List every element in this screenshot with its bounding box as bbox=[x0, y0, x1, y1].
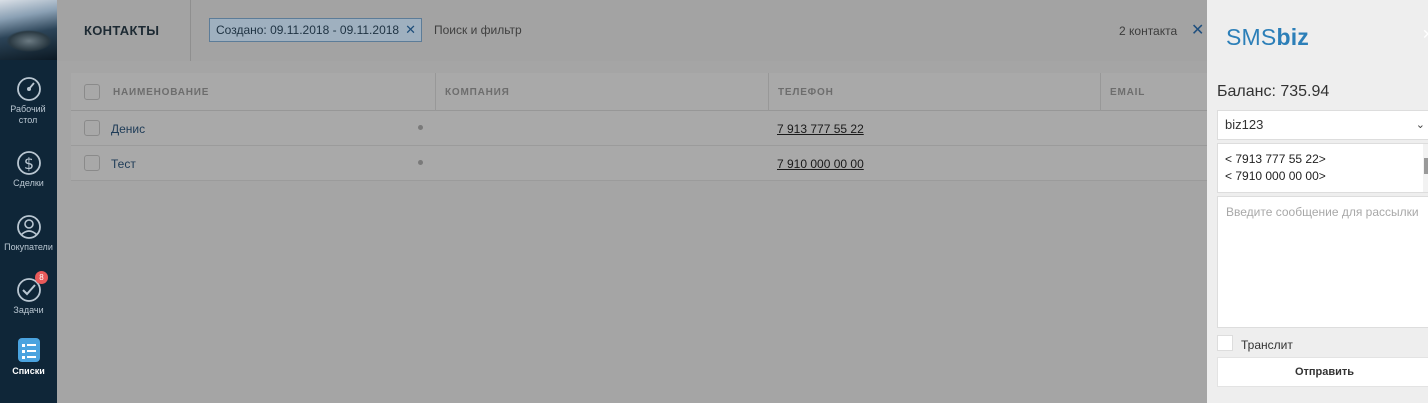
sender-select[interactable]: biz123 ⌄ bbox=[1217, 110, 1428, 140]
sender-select-value: biz123 bbox=[1225, 117, 1264, 132]
column-divider bbox=[435, 73, 436, 111]
status-dot bbox=[418, 160, 423, 165]
dollar-icon: $ bbox=[16, 151, 41, 175]
table-row[interactable]: Тест 7 910 000 00 00 bbox=[71, 146, 1207, 181]
column-header-name[interactable]: НАИМЕНОВАНИЕ bbox=[113, 87, 209, 98]
lists-icon bbox=[17, 338, 40, 362]
table-header: НАИМЕНОВАНИЕ КОМПАНИЯ ТЕЛЕФОН EMAIL bbox=[71, 73, 1207, 111]
translit-label: Транслит bbox=[1241, 338, 1293, 352]
tasks-badge: 8 bbox=[35, 271, 48, 284]
phone-link[interactable]: 7 913 777 55 22 bbox=[777, 122, 864, 136]
contact-name-link[interactable]: Тест bbox=[111, 157, 136, 171]
column-divider bbox=[768, 73, 769, 111]
sidebar: Рабочий стол $ Сделки Покупатели 8 Задач… bbox=[0, 0, 57, 403]
search-input[interactable] bbox=[434, 20, 734, 40]
send-button[interactable]: Отправить bbox=[1217, 357, 1428, 387]
scrollbar[interactable] bbox=[1423, 144, 1428, 192]
smsbiz-logo: SMSbiz bbox=[1226, 24, 1309, 50]
contacts-table: НАИМЕНОВАНИЕ КОМПАНИЯ ТЕЛЕФОН EMAIL Дени… bbox=[71, 73, 1207, 181]
clear-filter-icon[interactable]: ✕ bbox=[1191, 20, 1204, 40]
sidebar-item-tasks[interactable]: 8 Задачи bbox=[0, 271, 57, 316]
header-divider bbox=[190, 0, 191, 61]
column-header-company[interactable]: КОМПАНИЯ bbox=[445, 87, 510, 98]
customers-icon bbox=[16, 215, 41, 239]
column-header-phone[interactable]: ТЕЛЕФОН bbox=[778, 87, 834, 98]
recipient-item: < 7910 000 00 00> bbox=[1225, 169, 1326, 183]
column-divider bbox=[1100, 73, 1101, 111]
phone-link[interactable]: 7 910 000 00 00 bbox=[777, 157, 864, 171]
row-checkbox[interactable] bbox=[84, 120, 100, 136]
dashboard-icon bbox=[16, 77, 41, 101]
sidebar-item-label: Задачи bbox=[13, 305, 44, 315]
contact-name-link[interactable]: Денис bbox=[111, 122, 145, 136]
column-header-email[interactable]: EMAIL bbox=[1110, 87, 1145, 98]
table-row[interactable]: Денис 7 913 777 55 22 bbox=[71, 111, 1207, 146]
status-dot bbox=[418, 125, 423, 130]
sms-panel: SMSbiz ✕ Баланс: 735.94 biz123 ⌄ < 7913 … bbox=[1207, 0, 1428, 403]
sidebar-item-label: Рабочий стол bbox=[10, 104, 46, 125]
contacts-count: 2 контакта bbox=[1119, 24, 1178, 38]
recipient-item: < 7913 777 55 22> bbox=[1225, 152, 1326, 166]
translit-checkbox[interactable] bbox=[1217, 335, 1233, 351]
close-icon[interactable]: ✕ bbox=[1422, 26, 1428, 43]
balance-label: Баланс: 735.94 bbox=[1217, 83, 1330, 100]
svg-text:$: $ bbox=[23, 154, 33, 173]
sidebar-item-label: Списки bbox=[12, 366, 45, 376]
close-icon[interactable]: ✕ bbox=[405, 19, 416, 41]
page-title: КОНТАКТЫ bbox=[84, 23, 160, 38]
row-checkbox[interactable] bbox=[84, 155, 100, 171]
sidebar-item-deals[interactable]: $ Сделки bbox=[0, 148, 57, 189]
scrollbar-thumb[interactable] bbox=[1424, 158, 1428, 174]
main-content: КОНТАКТЫ Создано: 09.11.2018 - 09.11.201… bbox=[57, 0, 1207, 403]
page-header: КОНТАКТЫ Создано: 09.11.2018 - 09.11.201… bbox=[57, 0, 1207, 61]
sidebar-item-customers[interactable]: Покупатели bbox=[0, 212, 57, 253]
filter-chip[interactable]: Создано: 09.11.2018 - 09.11.2018 ✕ bbox=[209, 18, 422, 42]
filter-chip-label: Создано: 09.11.2018 - 09.11.2018 bbox=[216, 23, 400, 37]
chevron-down-icon: ⌄ bbox=[1415, 119, 1425, 131]
sidebar-item-label: Покупатели bbox=[4, 242, 53, 252]
sidebar-item-dashboard[interactable]: Рабочий стол bbox=[0, 76, 57, 126]
sidebar-item-label: Сделки bbox=[13, 178, 44, 188]
avatar[interactable] bbox=[0, 0, 57, 60]
sidebar-item-lists[interactable]: Списки bbox=[0, 334, 57, 377]
recipients-list[interactable]: < 7913 777 55 22> < 7910 000 00 00> bbox=[1217, 143, 1428, 193]
message-input[interactable] bbox=[1217, 196, 1428, 328]
select-all-checkbox[interactable] bbox=[84, 84, 100, 100]
